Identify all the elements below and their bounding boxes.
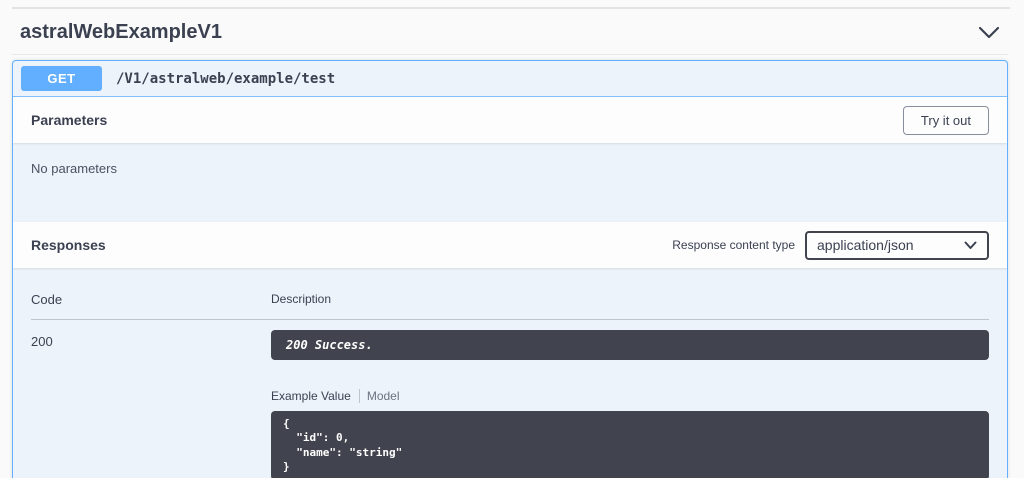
tab-example-value[interactable]: Example Value	[271, 389, 351, 403]
responses-body: Code Description 200 200 Success. Exampl…	[13, 268, 1007, 478]
parameters-header: Parameters Try it out	[13, 97, 1007, 143]
operation-block-get: GET /V1/astralweb/example/test Parameter…	[12, 60, 1008, 478]
http-method-badge: GET	[21, 66, 102, 91]
response-content-type-value: application/json	[817, 237, 914, 253]
parameters-body: No parameters	[13, 143, 1007, 222]
operation-summary[interactable]: GET /V1/astralweb/example/test	[13, 61, 1007, 97]
section-title: astralWebExampleV1	[20, 21, 222, 43]
example-value-block: { "id": 0, "name": "string" }	[271, 411, 989, 478]
tab-model[interactable]: Model	[367, 389, 400, 403]
tab-separator	[358, 389, 360, 403]
tag-section-header[interactable]: astralWebExampleV1	[12, 9, 1008, 55]
response-description-cell: 200 Success. Example Value Model { "id":…	[271, 330, 989, 478]
response-content-type-select[interactable]: application/json	[805, 230, 989, 260]
model-example-tabs: Example Value Model	[271, 389, 989, 403]
response-description-block: 200 Success.	[271, 330, 989, 360]
responses-table-header: Code Description	[31, 292, 989, 320]
parameters-title: Parameters	[31, 112, 108, 128]
response-content-type-control: Response content type application/json	[672, 230, 989, 260]
response-content-type-label: Response content type	[672, 238, 795, 252]
try-it-out-button[interactable]: Try it out	[902, 105, 989, 135]
example-json: { "id": 0, "name": "string" }	[283, 417, 403, 473]
operation-path: /V1/astralweb/example/test	[116, 70, 336, 87]
code-column-header: Code	[31, 292, 63, 307]
responses-title: Responses	[31, 237, 106, 253]
response-row-200: 200 200 Success. Example Value Model { "…	[31, 320, 989, 478]
description-column-header: Description	[271, 292, 332, 306]
responses-header: Responses Response content type applicat…	[13, 222, 1007, 268]
response-code: 200	[31, 334, 53, 349]
chevron-down-icon[interactable]	[978, 26, 1000, 40]
select-chevron-down-icon	[964, 241, 977, 250]
no-parameters-message: No parameters	[31, 161, 117, 176]
